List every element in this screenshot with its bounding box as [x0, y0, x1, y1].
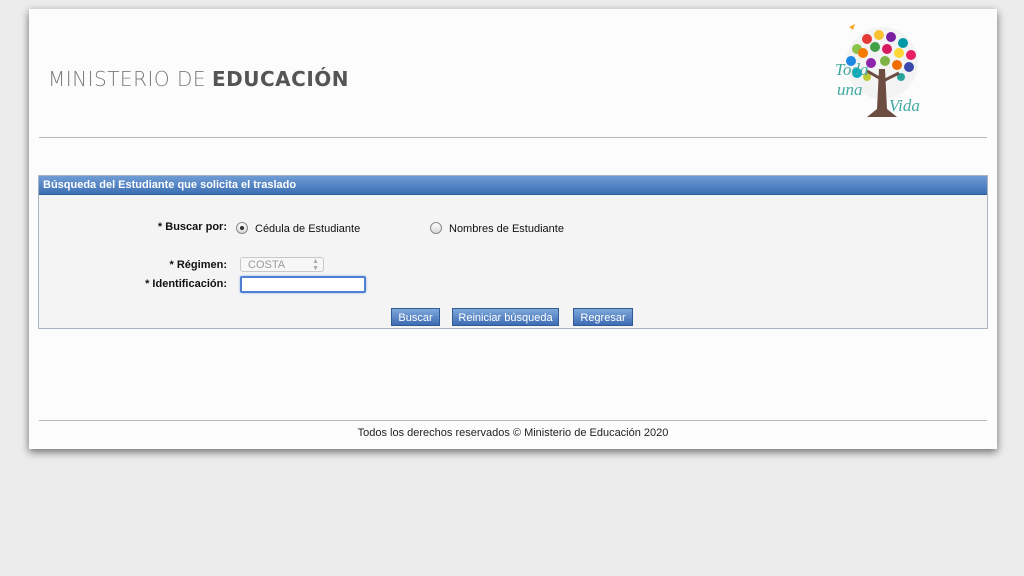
identificacion-input[interactable] [240, 276, 366, 293]
tree-logo-icon: Toda una Vida [835, 24, 920, 117]
header-divider [39, 137, 987, 138]
footer-divider [39, 420, 987, 421]
radio-nombres-label[interactable]: Nombres de Estudiante [449, 223, 564, 235]
reiniciar-busqueda-button[interactable]: Reiniciar búsqueda [452, 308, 559, 326]
logo-text-toda: Toda [835, 60, 868, 79]
regimen-label: * Régimen: [169, 259, 227, 271]
brand-bold-text: EDUCACIÓN [212, 67, 350, 91]
main-page: MINISTERIO DE EDUCACIÓN Toda una Vida Bús… [29, 9, 997, 449]
ministry-brand: MINISTERIO DE EDUCACIÓN [48, 67, 349, 91]
radio-cedula[interactable] [236, 222, 248, 234]
radio-cedula-label[interactable]: Cédula de Estudiante [255, 223, 360, 235]
buscar-button[interactable]: Buscar [391, 308, 440, 326]
buscar-por-label: * Buscar por: [157, 221, 227, 233]
search-panel: Búsqueda del Estudiante que solicita el … [38, 175, 988, 329]
select-arrows-icon: ▲ ▼ [312, 258, 319, 272]
regresar-button[interactable]: Regresar [573, 308, 633, 326]
footer-copyright: Todos los derechos reservados © Minister… [357, 427, 669, 439]
radio-nombres[interactable] [430, 222, 442, 234]
regimen-select-value: COSTA [248, 259, 286, 271]
brand-light-text: MINISTERIO DE [48, 67, 206, 91]
identificacion-label: * Identificación: [145, 278, 227, 290]
regimen-select[interactable]: COSTA ▲ ▼ [240, 257, 324, 272]
logo-text-una: una [837, 80, 863, 99]
logo-text-vida: Vida [889, 96, 920, 115]
panel-title: Búsqueda del Estudiante que solicita el … [39, 176, 987, 195]
